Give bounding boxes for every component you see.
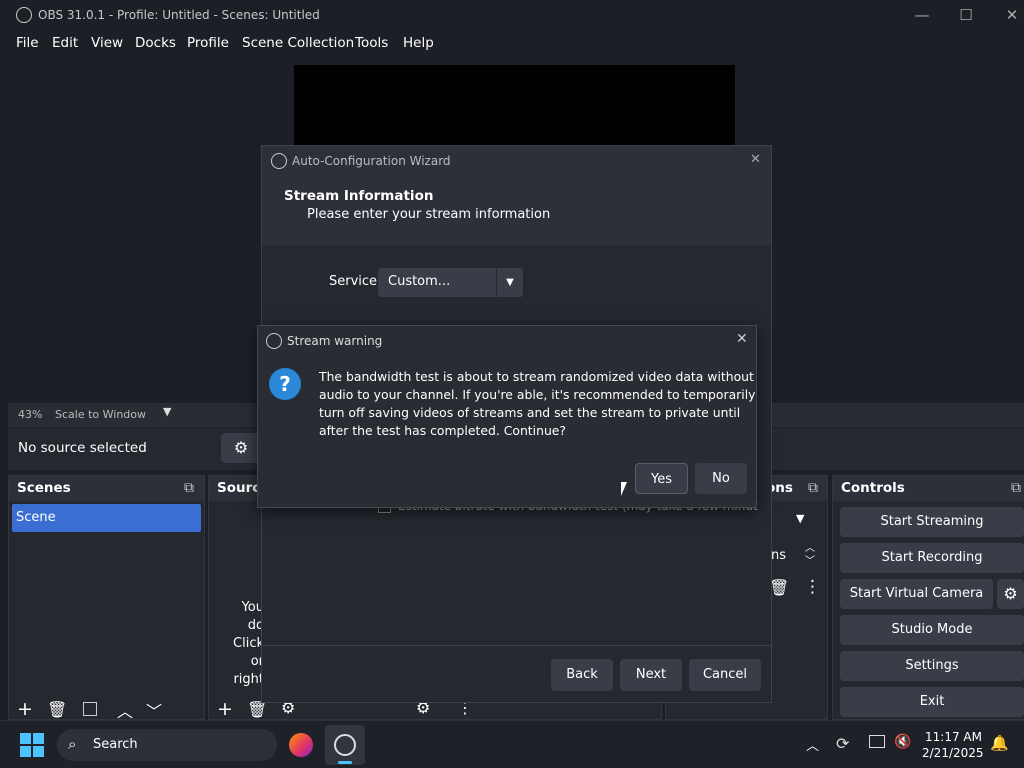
- question-icon: ?: [269, 368, 301, 400]
- clock-time: 11:17 AM: [925, 730, 982, 744]
- close-icon[interactable]: ✕: [1000, 5, 1024, 25]
- obs-logo-icon: [16, 7, 32, 23]
- menu-scene-collection[interactable]: Scene Collection: [242, 35, 354, 51]
- duration-label: ns: [771, 548, 787, 563]
- undock-icon[interactable]: ⧉: [1011, 480, 1021, 496]
- wizard-subheading: Please enter your stream information: [307, 207, 551, 222]
- studio-mode-button[interactable]: Studio Mode: [840, 615, 1024, 645]
- cancel-button[interactable]: Cancel: [689, 659, 761, 691]
- add-source-icon[interactable]: +: [217, 698, 233, 720]
- menu-docks[interactable]: Docks: [135, 35, 176, 51]
- clock[interactable]: 11:17 AM 2/21/2025: [922, 729, 984, 761]
- move-up-icon[interactable]: ︿: [117, 698, 133, 722]
- exit-button[interactable]: Exit: [840, 687, 1024, 717]
- notification-bell-icon[interactable]: 🔔: [990, 734, 1009, 752]
- menu-tools[interactable]: Tools: [355, 35, 388, 51]
- warning-close-icon[interactable]: ✕: [736, 331, 748, 347]
- zoom-mode[interactable]: Scale to Window: [55, 408, 146, 421]
- transition-more-icon[interactable]: ⋮: [804, 577, 821, 597]
- menu-file[interactable]: File: [16, 35, 39, 51]
- title-bar: OBS 31.0.1 - Profile: Untitled - Scenes:…: [0, 0, 1024, 31]
- chevron-down-icon: ▼: [496, 268, 523, 297]
- minimize-icon[interactable]: —: [910, 5, 934, 25]
- gear-icon[interactable]: ⚙: [221, 433, 261, 463]
- stream-warning-dialog: Stream warning ✕ ? The bandwidth test is…: [257, 325, 757, 508]
- back-button[interactable]: Back: [551, 659, 613, 691]
- duration-stepper[interactable]: ︿ ﹀: [805, 542, 815, 568]
- wizard-close-icon[interactable]: ✕: [750, 152, 761, 167]
- menu-profile[interactable]: Profile: [187, 35, 229, 51]
- taskbar: ⌕ Search ︿ ⟳ 🔇 11:17 AM 2/21/2025 🔔: [0, 720, 1024, 768]
- obs-taskbar-icon: [334, 734, 356, 756]
- undock-icon[interactable]: ⧉: [808, 480, 818, 496]
- taskbar-search-label: Search: [93, 737, 138, 752]
- trash-icon[interactable]: 🗑: [47, 700, 67, 719]
- start-virtual-camera-button[interactable]: Start Virtual Camera: [840, 579, 993, 609]
- transition-dropdown-icon[interactable]: ▼: [796, 512, 804, 525]
- next-button[interactable]: Next: [620, 659, 682, 691]
- windows-start-icon[interactable]: [20, 733, 44, 757]
- tray-chevron-up-icon[interactable]: ︿: [806, 735, 819, 754]
- service-value: Custom...: [388, 274, 451, 289]
- service-select[interactable]: Custom... ▼: [378, 268, 523, 297]
- warning-message: The bandwidth test is about to stream ra…: [319, 369, 756, 438]
- zoom-dropdown-icon[interactable]: ▼: [163, 405, 171, 418]
- clock-date: 2/21/2025: [922, 746, 984, 760]
- warning-title: Stream warning: [287, 334, 383, 348]
- controls-dock-title: Controls: [833, 476, 1024, 501]
- start-recording-button[interactable]: Start Recording: [840, 543, 1024, 573]
- scenes-dock-title: Scenes: [9, 476, 204, 501]
- wizard-divider: [262, 645, 771, 646]
- move-down-icon[interactable]: ﹀: [146, 698, 162, 722]
- sources-empty-hint: You do Click or right: [233, 600, 264, 687]
- obs-taskbar-button[interactable]: [325, 725, 365, 765]
- wizard-heading: Stream Information: [284, 188, 434, 204]
- search-icon: ⌕: [68, 735, 77, 753]
- remove-transition-icon[interactable]: 🗑: [769, 578, 789, 597]
- obs-logo-icon: [266, 333, 282, 349]
- obs-logo-icon: [271, 153, 287, 169]
- taskbar-search-box[interactable]: ⌕ Search: [57, 729, 277, 761]
- no-button[interactable]: No: [695, 463, 747, 494]
- window-title: OBS 31.0.1 - Profile: Untitled - Scenes:…: [38, 8, 320, 22]
- network-icon[interactable]: [869, 735, 885, 748]
- mouse-cursor-icon: [621, 482, 627, 496]
- scenes-dock: Scenes ⧉ Scene + 🗑 ︿ ﹀: [8, 475, 205, 722]
- menu-bar: File Edit View Docks Profile Scene Colle…: [0, 31, 1024, 57]
- menu-edit[interactable]: Edit: [52, 35, 78, 51]
- settings-button[interactable]: Settings: [840, 651, 1024, 681]
- yes-button[interactable]: Yes: [635, 463, 688, 494]
- start-streaming-button[interactable]: Start Streaming: [840, 507, 1024, 537]
- filter-icon[interactable]: [83, 702, 97, 716]
- scene-item[interactable]: Scene: [12, 504, 201, 532]
- wizard-header: Auto-Configuration Wizard ✕ Stream Infor…: [262, 146, 771, 246]
- sync-icon[interactable]: ⟳: [836, 734, 849, 753]
- service-label: Service: [329, 274, 378, 289]
- volume-muted-icon[interactable]: 🔇: [894, 734, 911, 750]
- no-source-label: No source selected: [18, 440, 147, 456]
- virtual-camera-gear-icon[interactable]: ⚙: [997, 579, 1024, 609]
- zoom-percent: 43%: [18, 408, 43, 421]
- undock-icon[interactable]: ⧉: [184, 480, 194, 496]
- firefox-icon[interactable]: [289, 733, 313, 757]
- menu-help[interactable]: Help: [403, 35, 434, 51]
- add-scene-icon[interactable]: +: [17, 698, 33, 720]
- maximize-icon[interactable]: ☐: [954, 5, 978, 25]
- wizard-title: Auto-Configuration Wizard: [292, 154, 451, 168]
- active-indicator: [338, 761, 352, 764]
- menu-view[interactable]: View: [91, 35, 123, 51]
